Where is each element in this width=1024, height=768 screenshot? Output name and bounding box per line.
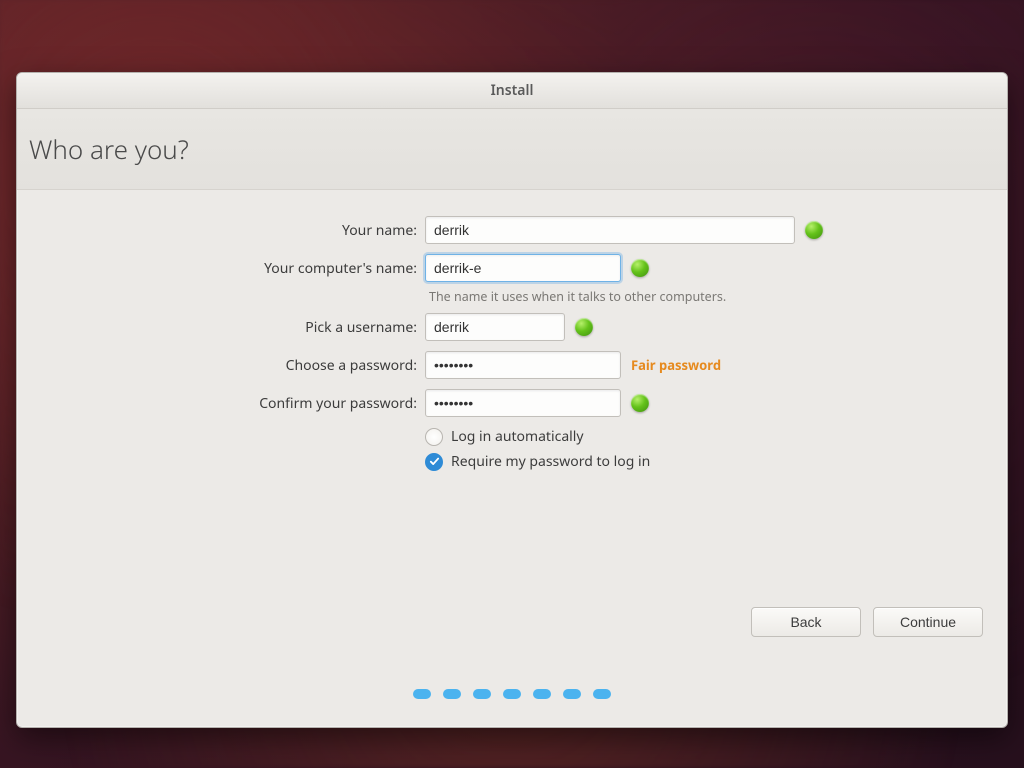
radio-checked-icon (425, 453, 443, 471)
label-confirm-password: Confirm your password: (21, 394, 425, 413)
radio-label-require: Require my password to log in (451, 452, 650, 471)
progress-indicator (413, 689, 611, 699)
row-your-name: Your name: (21, 216, 1007, 244)
progress-dot (443, 689, 461, 699)
radio-icon (425, 428, 443, 446)
label-password: Choose a password: (21, 356, 425, 375)
nav-button-row: Back Continue (751, 607, 983, 637)
page-heading-band: Who are you? (17, 109, 1007, 190)
progress-dot (533, 689, 551, 699)
login-options-group: Log in automatically Require my password… (425, 427, 1007, 471)
form-area: Your name: Your computer's name: The nam… (17, 190, 1007, 727)
window-titlebar: Install (17, 73, 1007, 109)
progress-dot (473, 689, 491, 699)
radio-label-auto: Log in automatically (451, 427, 584, 446)
row-username: Pick a username: (21, 313, 1007, 341)
checkmark-icon (575, 318, 593, 336)
progress-dot (413, 689, 431, 699)
username-input[interactable] (425, 313, 565, 341)
window-title: Install (491, 81, 534, 100)
confirm-password-input[interactable] (425, 389, 621, 417)
progress-dot (563, 689, 581, 699)
label-computer-name: Your computer's name: (21, 259, 425, 278)
installer-window: Install Who are you? Your name: Your com… (16, 72, 1008, 728)
label-your-name: Your name: (21, 221, 425, 240)
radio-login-auto[interactable]: Log in automatically (425, 427, 1007, 446)
progress-dot (503, 689, 521, 699)
password-strength-label: Fair password (631, 356, 721, 374)
checkmark-icon (631, 259, 649, 277)
page-title: Who are you? (17, 131, 1007, 167)
back-button[interactable]: Back (751, 607, 861, 637)
computer-name-hint: The name it uses when it talks to other … (425, 286, 1007, 305)
row-password: Choose a password: Fair password (21, 351, 1007, 379)
row-computer-name: Your computer's name: (21, 254, 1007, 282)
continue-button[interactable]: Continue (873, 607, 983, 637)
row-computer-name-hint: The name it uses when it talks to other … (21, 286, 1007, 305)
progress-dot (593, 689, 611, 699)
computer-name-input[interactable] (425, 254, 621, 282)
your-name-input[interactable] (425, 216, 795, 244)
checkmark-icon (805, 221, 823, 239)
checkmark-icon (631, 394, 649, 412)
row-confirm-password: Confirm your password: (21, 389, 1007, 417)
radio-login-require[interactable]: Require my password to log in (425, 452, 1007, 471)
label-username: Pick a username: (21, 318, 425, 337)
password-input[interactable] (425, 351, 621, 379)
